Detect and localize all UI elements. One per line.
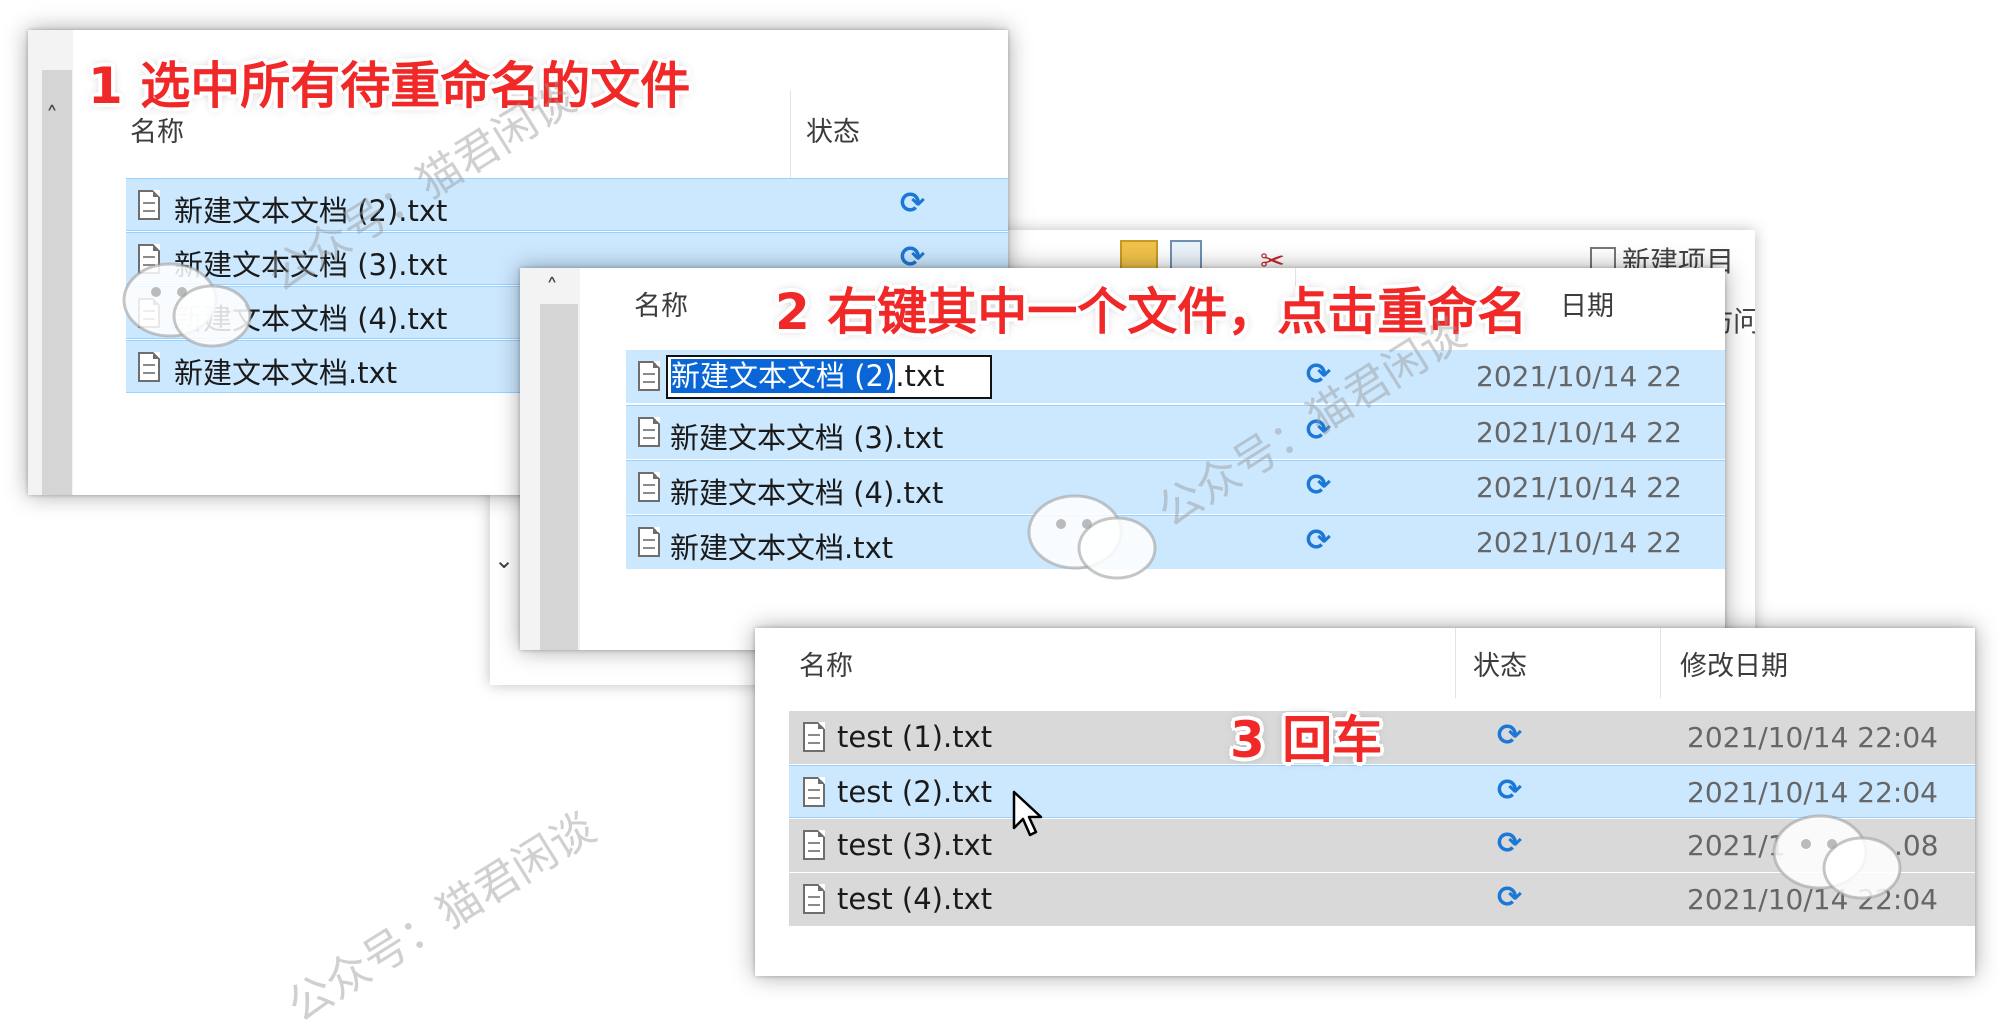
text-file-icon: [638, 527, 660, 557]
modified-date: 2021/10/14 22: [1476, 416, 1682, 449]
column-header-status[interactable]: 状态: [806, 110, 860, 149]
text-file-icon: [803, 884, 825, 914]
sync-icon: ⟳: [900, 186, 926, 221]
wechat-logo-icon: [1027, 494, 1157, 580]
scroll-up-arrow[interactable]: ˄: [46, 104, 58, 128]
explorer-panel-step3: 名称 状态 修改日期 test (1).txt ⟳ 2021/10/14 22:…: [755, 628, 1975, 976]
text-file-icon: [803, 830, 825, 860]
rename-selection: 新建文本文档 (2): [671, 359, 896, 393]
sync-icon: ⟳: [1497, 718, 1523, 753]
sync-icon: ⟳: [1497, 826, 1523, 861]
sync-icon: ⟳: [1497, 773, 1523, 808]
column-header-modified[interactable]: 修改日期: [1680, 644, 1788, 683]
column-header-status[interactable]: 状态: [1473, 644, 1527, 683]
modified-date: 2021/10/14 22:04: [1687, 776, 1938, 809]
file-name: 新建文本文档.txt: [174, 356, 398, 390]
sync-icon: ⟳: [1306, 523, 1332, 558]
list-item[interactable]: 新建文本文档 (2).txt ⟳: [126, 178, 1008, 231]
column-header-modified[interactable]: 日期: [1560, 284, 1614, 323]
sync-icon: ⟳: [1497, 880, 1523, 915]
wechat-logo-icon: [122, 262, 252, 348]
wechat-logo-icon: [1772, 814, 1902, 900]
rename-extension: .txt: [895, 359, 945, 393]
text-file-icon: [138, 190, 160, 220]
list-item-renaming[interactable]: 新建文本文档 (2).txt ⟳ 2021/10/14 22: [626, 350, 1725, 403]
rename-input[interactable]: 新建文本文档 (2).txt: [666, 355, 992, 399]
file-name: 新建文本文档 (4).txt: [670, 476, 944, 510]
modified-date: 2021/10/14 22: [1476, 360, 1682, 393]
file-name: test (4).txt: [837, 882, 993, 916]
annotation-step3: 3 回车: [1230, 711, 1383, 769]
scroll-up-arrow[interactable]: ˄: [546, 276, 558, 300]
list-item[interactable]: 新建文本文档 (3).txt ⟳ 2021/10/14 22: [626, 405, 1725, 459]
modified-date: 2021/10/14 22:04: [1687, 721, 1938, 754]
annotation-step1: 1 选中所有待重命名的文件: [88, 57, 691, 115]
text-file-icon: [138, 352, 160, 382]
file-name: test (2).txt: [837, 775, 993, 809]
mouse-cursor-icon: [1012, 790, 1043, 837]
file-name: 新建文本文档 (3).txt: [670, 421, 944, 455]
text-file-icon: [803, 777, 825, 807]
modified-date: 2021/10/14 22: [1476, 471, 1682, 504]
text-file-icon: [638, 361, 660, 391]
column-header-name[interactable]: 名称: [634, 284, 688, 323]
modified-date: 2021/10/14 22: [1476, 526, 1682, 559]
file-name: 新建文本文档.txt: [670, 531, 894, 565]
text-file-icon: [638, 472, 660, 502]
file-name: test (1).txt: [837, 720, 993, 754]
watermark-text: 公众号：猫君闲谈: [278, 802, 605, 1033]
chevron-down-icon[interactable]: ⌄: [494, 548, 514, 572]
text-file-icon: [803, 722, 825, 752]
column-header-name[interactable]: 名称: [799, 644, 853, 683]
file-name: test (3).txt: [837, 828, 993, 862]
sync-icon: ⟳: [1306, 468, 1332, 503]
text-file-icon: [638, 417, 660, 447]
